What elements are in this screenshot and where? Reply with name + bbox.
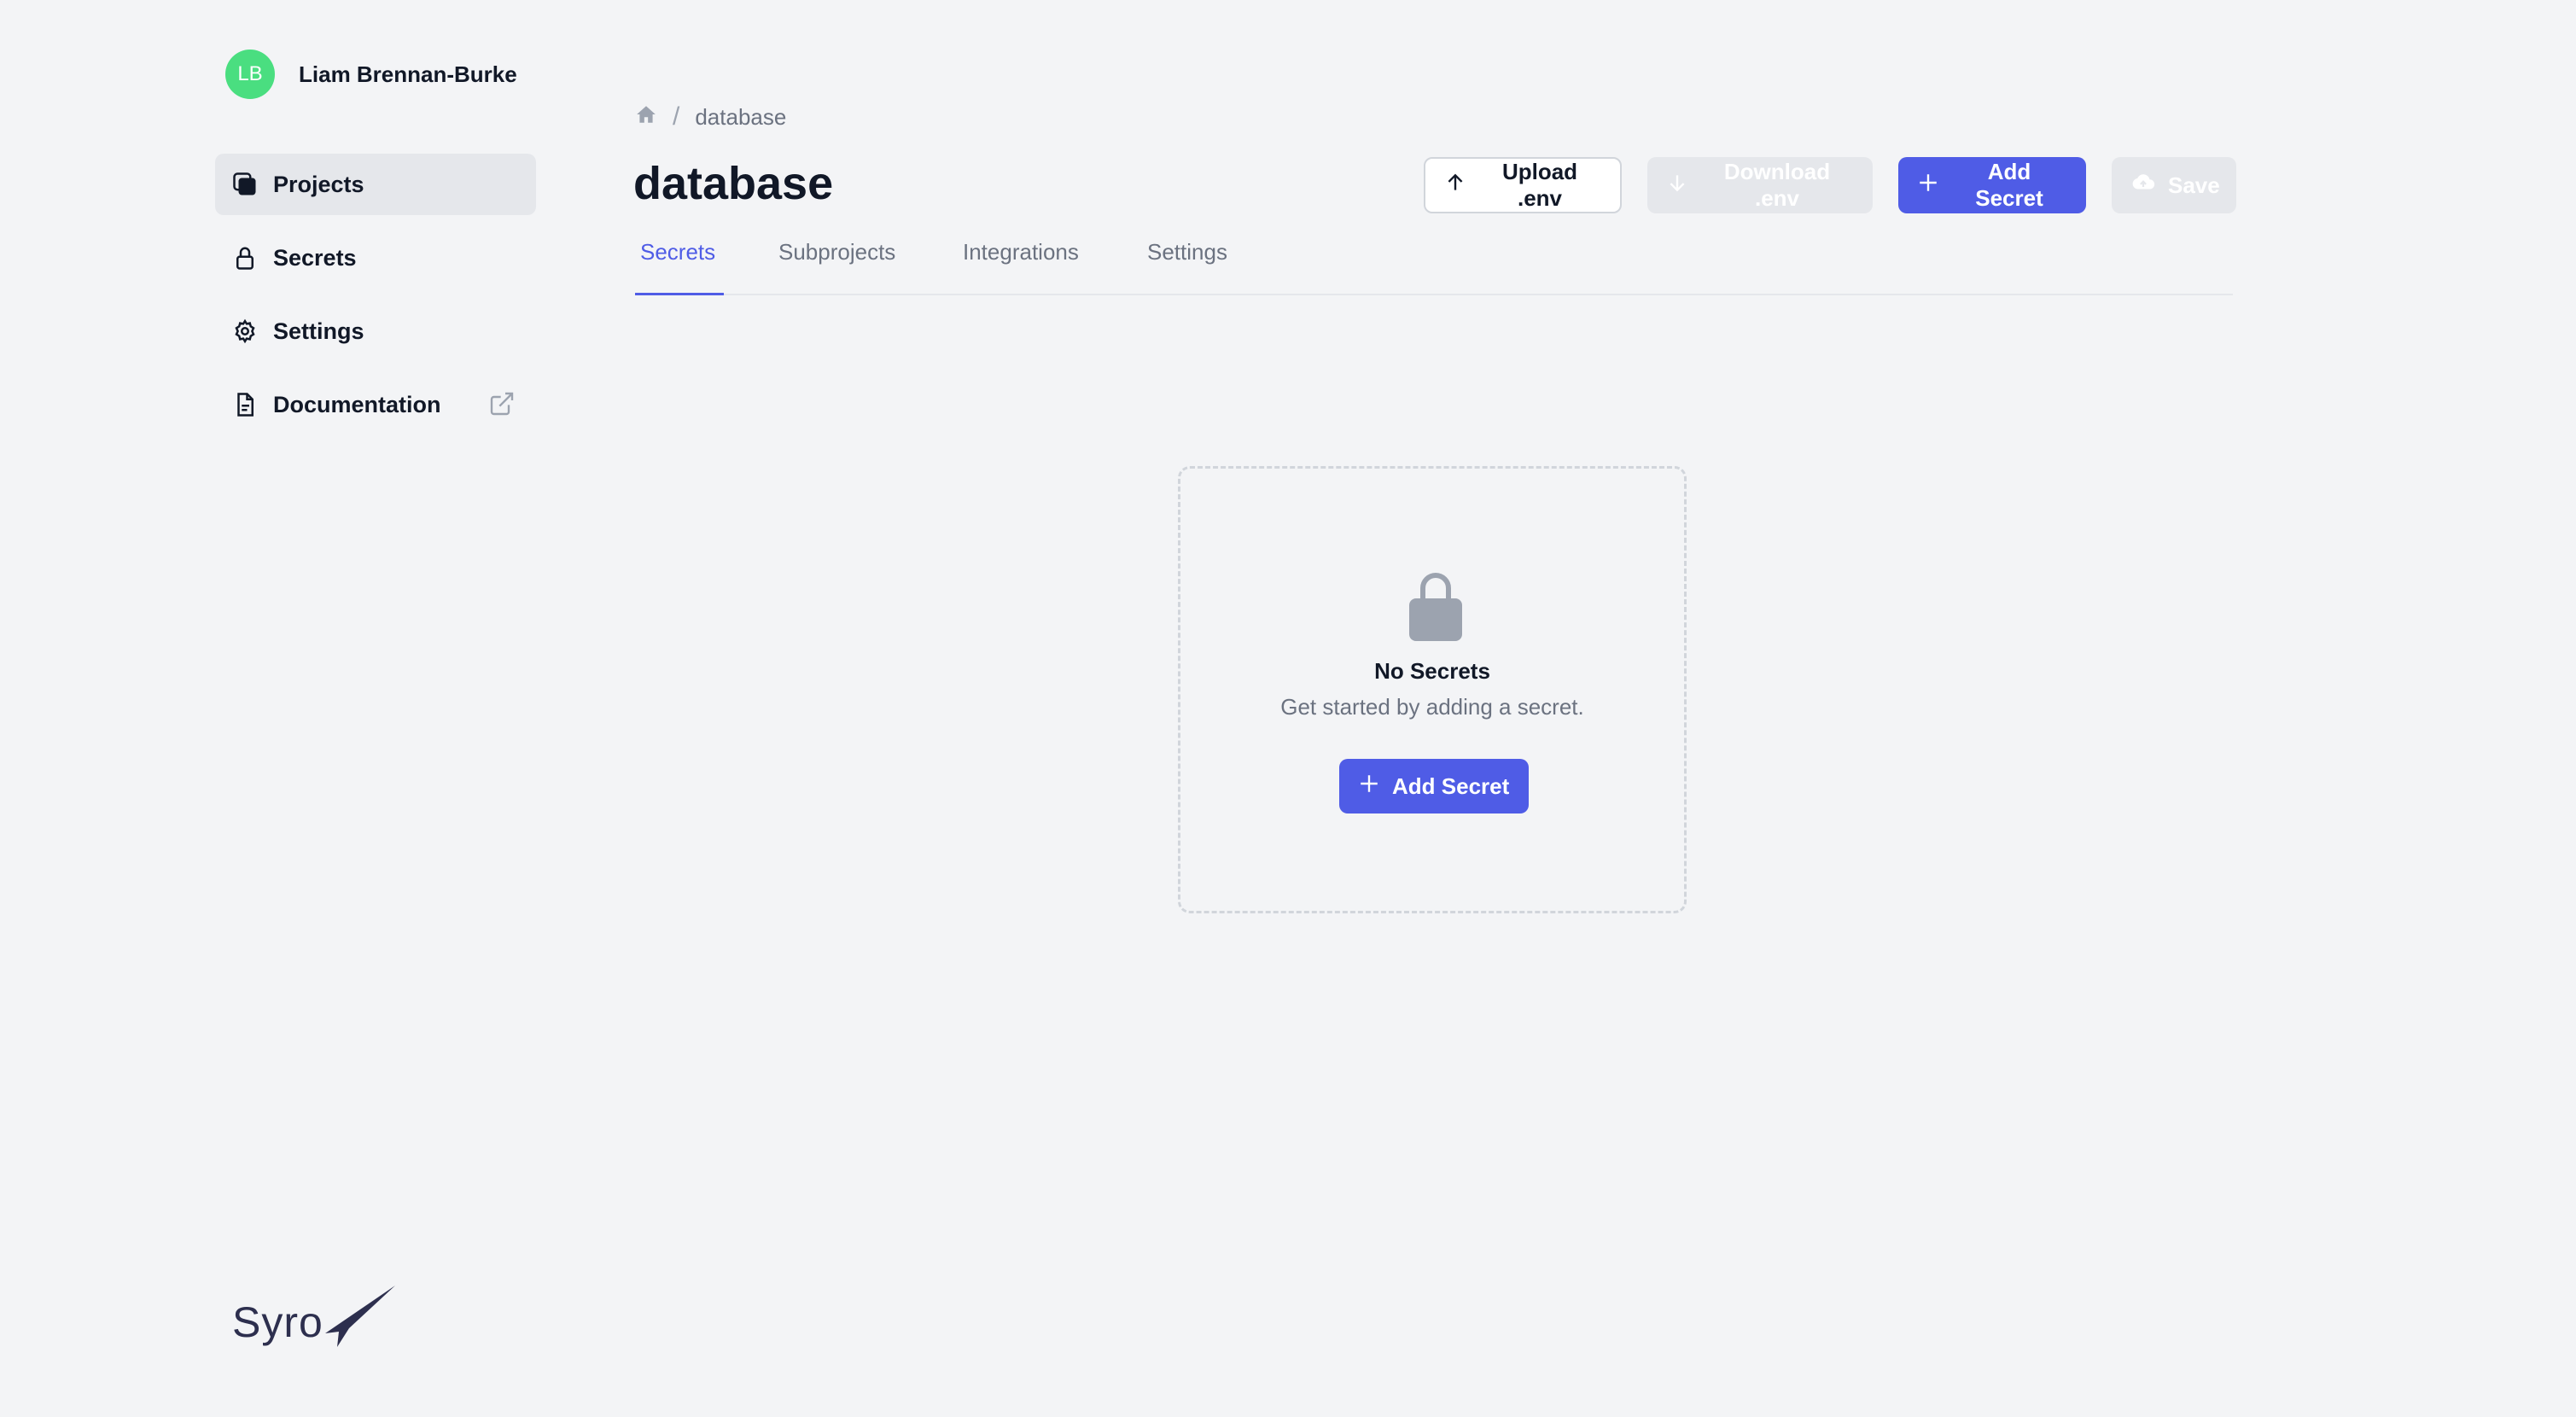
breadcrumb-current[interactable]: database [695,104,786,131]
save-button[interactable]: Save [2112,157,2236,213]
tab-bar: Secrets Subprojects Integrations Setting… [635,230,2233,295]
save-label: Save [2168,172,2220,198]
tab-subprojects[interactable]: Subprojects [778,239,895,295]
breadcrumb: / database [635,102,786,131]
avatar: LB [225,50,275,99]
empty-state: No Secrets Get started by adding a secre… [1178,466,1687,913]
app-root: LB Liam Brennan-Burke Projects Secrets S… [0,0,2576,1417]
user-profile[interactable]: LB Liam Brennan-Burke [225,50,517,99]
document-icon [230,390,259,419]
sidebar-item-label: Projects [273,171,364,197]
plus-icon [1917,172,1939,200]
arrow-up-icon [1444,172,1466,200]
empty-add-secret-button[interactable]: Add Secret [1339,759,1529,813]
sidebar-item-label: Secrets [273,244,357,271]
empty-state-title: No Secrets [1374,658,1490,684]
empty-state-description: Get started by adding a secret. [1280,694,1584,720]
external-link-icon[interactable] [488,390,517,419]
plus-icon [1358,773,1380,801]
sidebar-item-documentation[interactable]: Documentation [215,374,536,435]
download-env-button[interactable]: Download .env [1647,157,1873,213]
toolbar: Upload .env Download .env Add Secret Sav… [1424,157,2236,213]
lock-icon [1407,569,1464,643]
breadcrumb-separator: / [673,102,680,131]
empty-add-secret-label: Add Secret [1392,773,1510,799]
sidebar-item-projects[interactable]: Projects [215,154,536,215]
logo-wing-icon [324,1286,395,1347]
download-env-label: Download .env [1723,159,1831,211]
sidebar-item-label: Documentation [273,391,441,417]
tab-settings[interactable]: Settings [1147,239,1227,295]
lock-icon [230,243,259,272]
sidebar-item-secrets[interactable]: Secrets [215,227,536,289]
logo-text: Syro [232,1298,323,1346]
arrow-down-icon [1666,172,1688,200]
projects-icon [230,170,259,199]
sidebar-item-label: Settings [273,318,364,344]
sidebar-item-settings[interactable]: Settings [215,300,536,362]
sidebar: LB Liam Brennan-Burke Projects Secrets S… [0,0,563,1417]
add-secret-label: Add Secret [1975,159,2043,211]
upload-env-button[interactable]: Upload .env [1424,157,1622,213]
sidebar-nav: Projects Secrets Settings Documentation [215,154,536,447]
user-name: Liam Brennan-Burke [299,61,517,87]
add-secret-button[interactable]: Add Secret [1898,157,2086,213]
cloud-upload-icon [2130,170,2156,201]
page-title: database [633,158,834,209]
tab-secrets[interactable]: Secrets [635,239,724,295]
home-icon[interactable] [635,103,657,131]
gear-icon [230,317,259,346]
tab-integrations[interactable]: Integrations [963,239,1079,295]
upload-env-label: Upload .env [1501,159,1578,211]
syro-logo: Syro [232,1284,397,1347]
